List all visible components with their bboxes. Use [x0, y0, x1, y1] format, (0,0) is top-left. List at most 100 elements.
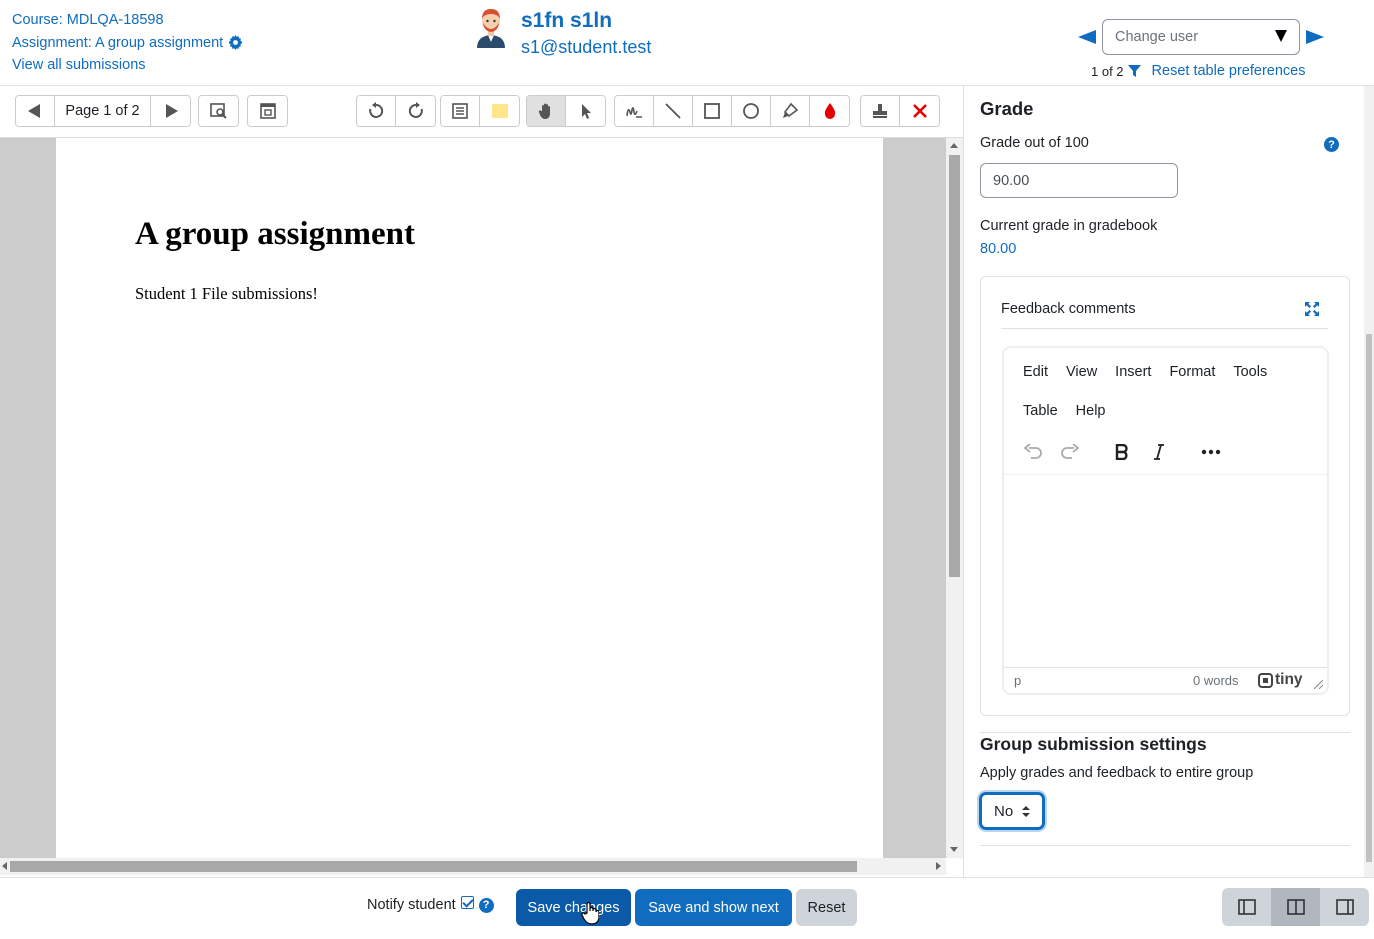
pan-tool-button[interactable]	[527, 96, 566, 126]
view-all-submissions-link[interactable]: View all submissions	[12, 54, 146, 77]
save-changes-button[interactable]: Save changes	[516, 889, 631, 926]
grade-input[interactable]	[980, 163, 1178, 198]
scroll-left-icon[interactable]	[2, 862, 7, 870]
tiny-logo-icon	[1258, 672, 1273, 688]
expand-group	[247, 95, 288, 127]
menu-table[interactable]: Table	[1014, 401, 1067, 440]
menu-tools[interactable]: Tools	[1224, 362, 1276, 401]
reset-table-preferences-link[interactable]: Reset table preferences	[1152, 63, 1306, 79]
filter-icon[interactable]	[1127, 65, 1141, 77]
notify-student: Notify student ?	[367, 895, 494, 913]
apply-to-group-label: Apply grades and feedback to entire grou…	[980, 765, 1254, 781]
pdf-annotator: Page 1 of 2 A group assignment Student 1…	[0, 86, 963, 877]
red-drop-icon	[824, 103, 835, 119]
search-comments-button[interactable]	[199, 96, 238, 126]
bold-button[interactable]	[1103, 438, 1140, 466]
scroll-up-icon[interactable]	[950, 143, 958, 148]
course-link[interactable]: Course: MDLQA-18598	[12, 9, 164, 32]
rectangle-icon	[704, 103, 720, 119]
editor-body[interactable]	[1004, 474, 1327, 667]
previous-page-button[interactable]	[16, 96, 55, 126]
line-icon	[665, 103, 681, 119]
element-path[interactable]: p	[1014, 673, 1021, 688]
undo-icon	[1023, 444, 1042, 459]
comment-colour-button[interactable]	[480, 96, 519, 126]
rotate-left-button[interactable]	[357, 96, 396, 126]
menu-insert[interactable]: Insert	[1106, 362, 1160, 401]
line-tool-button[interactable]	[654, 96, 693, 126]
undo-button[interactable]	[1014, 438, 1051, 466]
layout-default-button[interactable]	[1271, 888, 1320, 926]
menu-edit[interactable]: Edit	[1014, 362, 1057, 401]
grade-label: Grade out of 100	[980, 135, 1089, 151]
rotate-right-button[interactable]	[396, 96, 435, 126]
grader-footer: Notify student ? Save changes Save and s…	[0, 877, 1374, 939]
triangle-left-icon	[28, 104, 40, 118]
redo-icon	[1060, 444, 1079, 459]
select-tool-button[interactable]	[566, 96, 605, 126]
change-user-select[interactable]: Change user	[1102, 19, 1300, 55]
tiny-logo-text: tiny	[1275, 671, 1303, 688]
horizontal-scrollbar[interactable]	[0, 858, 946, 875]
expand-editor-button[interactable]	[248, 96, 287, 126]
page-indicator[interactable]: Page 1 of 2	[55, 96, 151, 126]
scrollbar-thumb[interactable]	[1366, 334, 1372, 862]
current-user: s1fn s1ln s1@student.test	[474, 6, 651, 61]
pen-tool-button[interactable]	[615, 96, 654, 126]
vertical-scrollbar[interactable]	[946, 138, 963, 858]
more-button[interactable]	[1192, 438, 1229, 466]
annotation-colour-button[interactable]	[810, 96, 849, 126]
layout-collapse-grade-button[interactable]	[1222, 888, 1271, 926]
scroll-right-icon[interactable]	[936, 862, 941, 870]
italic-button[interactable]	[1140, 438, 1177, 466]
rich-text-editor: Edit View Insert Format Tools Table Help	[1002, 346, 1329, 695]
scrollbar-thumb[interactable]	[10, 861, 857, 872]
expand-icon[interactable]	[1305, 302, 1319, 316]
layout-right-icon	[1335, 899, 1354, 915]
divider	[1001, 328, 1328, 329]
help-icon[interactable]: ?	[478, 897, 494, 913]
user-email: s1@student.test	[521, 37, 652, 57]
redo-button[interactable]	[1051, 438, 1088, 466]
resize-handle-icon[interactable]	[1314, 680, 1323, 689]
pdf-page[interactable]: A group assignment Student 1 File submis…	[56, 138, 883, 858]
hand-cursor-icon	[581, 901, 599, 925]
rectangle-tool-button[interactable]	[693, 96, 732, 126]
notify-student-checkbox[interactable]	[460, 895, 474, 909]
more-icon	[1201, 449, 1220, 455]
menu-help[interactable]: Help	[1067, 401, 1115, 440]
highlight-tool-button[interactable]	[771, 96, 810, 126]
pointer-arrow-icon	[581, 104, 591, 119]
next-page-button[interactable]	[151, 96, 190, 126]
tiny-logo[interactable]: tiny	[1258, 671, 1303, 689]
next-user-icon[interactable]	[1306, 30, 1324, 44]
help-icon[interactable]: ?	[1324, 137, 1339, 152]
feedback-title: Feedback comments	[1001, 301, 1136, 317]
comment-group	[440, 95, 520, 127]
menu-format[interactable]: Format	[1160, 362, 1224, 401]
word-count[interactable]: 0 words	[1193, 673, 1239, 688]
apply-to-group-select[interactable]: No	[979, 792, 1045, 830]
pdf-canvas[interactable]: A group assignment Student 1 File submis…	[0, 138, 946, 858]
layout-toggle	[1222, 888, 1369, 926]
comment-button[interactable]	[441, 96, 480, 126]
rotate-left-icon	[369, 102, 384, 118]
gradebook-value-link[interactable]: 80.00	[980, 241, 1016, 257]
delete-annotation-button[interactable]	[900, 96, 939, 126]
panel-scrollbar[interactable]	[1364, 86, 1374, 877]
previous-user-icon[interactable]	[1078, 30, 1096, 44]
pen-squiggle-icon	[626, 107, 642, 118]
divider	[980, 845, 1350, 846]
save-and-show-next-button[interactable]: Save and show next	[635, 889, 792, 926]
layout-collapse-review-button[interactable]	[1320, 888, 1369, 926]
reset-button[interactable]: Reset	[796, 889, 857, 926]
stamp-tool-button[interactable]	[861, 96, 900, 126]
scrollbar-thumb[interactable]	[949, 155, 960, 577]
grader-header: Course: MDLQA-18598 Assignment: A group …	[0, 0, 1374, 86]
gear-icon[interactable]	[228, 35, 243, 51]
scroll-down-icon[interactable]	[950, 847, 958, 852]
oval-tool-button[interactable]	[732, 96, 771, 126]
menu-view[interactable]: View	[1057, 362, 1106, 401]
assignment-link[interactable]: Assignment: A group assignment	[12, 32, 223, 55]
layout-split-icon	[1286, 899, 1305, 915]
